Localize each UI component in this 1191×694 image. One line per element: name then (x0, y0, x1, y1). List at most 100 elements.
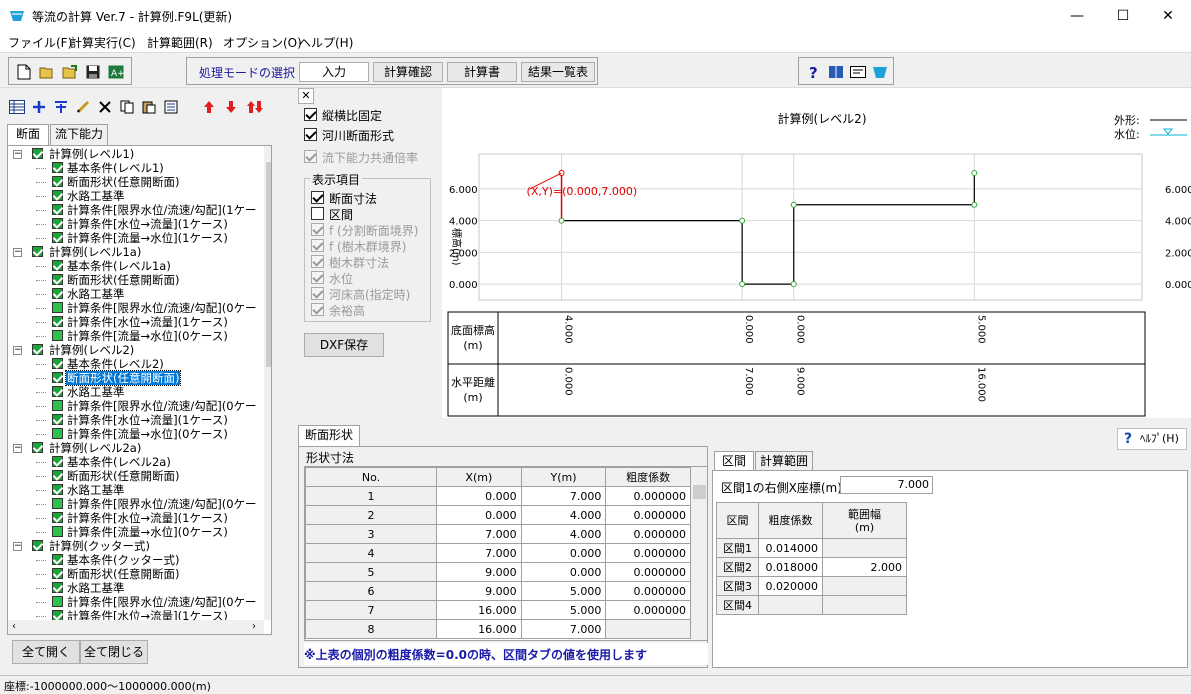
sections-cell[interactable]: 区間2 (716, 557, 759, 577)
tab-calc-range[interactable]: 計算範囲 (755, 451, 813, 471)
status-checkbox-icon[interactable] (52, 428, 63, 439)
status-checkbox-icon[interactable] (52, 190, 63, 201)
tree-hscroll[interactable]: ‹ › (8, 620, 264, 634)
sections-cell[interactable]: 区間1 (716, 538, 759, 558)
shape-row[interactable]: 3 7.000 4.000 0.000000 (305, 524, 691, 544)
mode-results-button[interactable]: 結果一覧表 (521, 62, 595, 82)
tree-item[interactable]: 計算条件[流量→水位](0ケース) (8, 427, 264, 441)
sections-cell[interactable]: 0.020000 (758, 576, 823, 596)
shape-cell[interactable]: 0.000000 (605, 562, 691, 582)
river-section-checkbox[interactable] (304, 128, 317, 141)
shape-row[interactable]: 4 7.000 0.000 0.000000 (305, 543, 691, 563)
display-item-checkbox[interactable] (311, 223, 324, 236)
sections-row[interactable]: 区間2 0.018000 2.000 (716, 557, 907, 577)
status-checkbox-icon[interactable] (52, 554, 63, 565)
delete-icon[interactable] (94, 96, 115, 117)
sections-grid[interactable]: 区間 粗度係数 範囲幅 (m) 区間1 0.014000 区間2 0.018000 2.000… (716, 502, 907, 615)
common-ratio-checkbox[interactable] (304, 150, 317, 163)
sections-cell[interactable]: 2.000 (822, 557, 907, 577)
tree-vscroll[interactable] (264, 146, 271, 620)
shape-cell[interactable]: 0.000000 (605, 486, 691, 506)
menu-range[interactable]: 計算範囲(R) (147, 34, 213, 51)
shape-vscroll-thumb[interactable] (693, 485, 706, 499)
shape-cell[interactable]: 5 (305, 562, 438, 582)
sections-cell[interactable]: 0.018000 (758, 557, 823, 577)
tree-item[interactable]: 断面形状(任意開断面) (8, 273, 264, 287)
expand-all-button[interactable]: 全て開く (12, 640, 80, 664)
tree-item[interactable]: 水路工基準 (8, 483, 264, 497)
shape-cell[interactable]: 0.000 (520, 543, 607, 563)
menu-calc[interactable]: 計算実行(C) (70, 34, 136, 51)
status-checkbox-icon[interactable] (52, 512, 63, 523)
collapse-icon[interactable]: − (13, 542, 22, 551)
menu-option[interactable]: オプション(O) (223, 34, 302, 51)
tree-item[interactable]: 計算条件[水位→流量](1ケース) (8, 511, 264, 525)
status-checkbox-icon[interactable] (52, 330, 63, 341)
tree-item[interactable]: 計算条件[限界水位/流速/勾配](0ケー (8, 399, 264, 413)
menu-help[interactable]: ヘルプ(H) (299, 34, 353, 51)
shape-cell[interactable]: 5.000 (520, 581, 607, 601)
shape-table[interactable]: No. X(m) Y(m) 粗度係数 1 0.000 7.000 0.000000 2 0.000… (304, 466, 708, 641)
shape-cell[interactable]: 1 (305, 486, 438, 506)
tree-item[interactable]: 計算条件[限界水位/流速/勾配](0ケー (8, 595, 264, 609)
status-checkbox-icon[interactable] (52, 414, 63, 425)
shape-row[interactable]: 6 9.000 5.000 0.000000 (305, 581, 691, 601)
shape-cell[interactable] (605, 619, 691, 639)
tab-sections[interactable]: 区間 (714, 451, 754, 471)
collapse-icon[interactable]: − (13, 150, 22, 159)
tree-item[interactable]: 水路工基準 (8, 287, 264, 301)
shape-cell[interactable]: 2 (305, 505, 438, 525)
manual-icon[interactable] (825, 61, 846, 82)
case-tree[interactable]: − 計算例(レベル1) 基本条件(レベル1) 断面形状(任意開断面) 水路工基準 計算条件… (7, 145, 272, 635)
status-checkbox-icon[interactable] (52, 484, 63, 495)
status-checkbox-icon[interactable] (52, 204, 63, 215)
status-checkbox-icon[interactable] (32, 148, 43, 159)
shape-cell[interactable]: 7.000 (520, 486, 607, 506)
shape-cell[interactable]: 16.000 (436, 600, 522, 620)
shape-cell[interactable]: 0.000 (436, 486, 522, 506)
sections-cell[interactable]: 区間3 (716, 576, 759, 596)
shape-vscroll[interactable] (691, 467, 707, 640)
tree-vscroll-thumb[interactable] (266, 162, 271, 367)
move-up-icon[interactable] (198, 96, 219, 117)
display-item-checkbox[interactable] (311, 287, 324, 300)
shape-cell[interactable]: 0.000000 (605, 600, 691, 620)
tree-item[interactable]: 計算条件[限界水位/流速/勾配](0ケー (8, 301, 264, 315)
collapse-icon[interactable]: − (13, 444, 22, 453)
sections-cell[interactable] (758, 595, 823, 615)
status-checkbox-icon[interactable] (52, 498, 63, 509)
tree-item[interactable]: 断面形状(任意開断面) (8, 567, 264, 581)
tree-group[interactable]: − 計算例(クッター式) (8, 539, 264, 553)
shape-cell[interactable]: 0.000000 (605, 524, 691, 544)
tree-item[interactable]: 計算条件[流量→水位](1ケース) (8, 231, 264, 245)
sections-cell[interactable] (822, 538, 907, 558)
display-item-checkbox[interactable] (311, 271, 324, 284)
tree-item[interactable]: 水路工基準 (8, 581, 264, 595)
mode-input-button[interactable]: 入力 (299, 62, 369, 82)
shape-cell[interactable]: 7 (305, 600, 438, 620)
dxf-save-button[interactable]: DXF保存 (304, 333, 384, 357)
display-item-checkbox[interactable] (311, 207, 324, 220)
shape-cell[interactable]: 4.000 (520, 505, 607, 525)
insert-icon[interactable] (50, 96, 71, 117)
shape-cell[interactable]: 6 (305, 581, 438, 601)
shape-row[interactable]: 7 16.000 5.000 0.000000 (305, 600, 691, 620)
shape-cell[interactable]: 16.000 (436, 619, 522, 639)
save-icon[interactable] (82, 61, 103, 82)
shape-cell[interactable]: 9.000 (436, 562, 522, 582)
tree-item[interactable]: 断面形状(任意開断面) (8, 469, 264, 483)
first-x-input[interactable]: 7.000 (840, 476, 933, 494)
shape-cell[interactable]: 0.000000 (605, 505, 691, 525)
move-down-icon[interactable] (220, 96, 241, 117)
scroll-left-icon[interactable]: ‹ (12, 621, 16, 632)
tree-item[interactable]: 基本条件(レベル2) (8, 357, 264, 371)
status-checkbox-icon[interactable] (52, 526, 63, 537)
status-checkbox-icon[interactable] (52, 386, 63, 397)
display-item-checkbox[interactable] (311, 255, 324, 268)
sections-cell[interactable]: 0.014000 (758, 538, 823, 558)
status-checkbox-icon[interactable] (52, 176, 63, 187)
open-folder-icon[interactable] (36, 61, 57, 82)
tree-item[interactable]: 水路工基準 (8, 189, 264, 203)
tree-item[interactable]: 基本条件(クッター式) (8, 553, 264, 567)
shape-cell[interactable]: 0.000000 (605, 543, 691, 563)
